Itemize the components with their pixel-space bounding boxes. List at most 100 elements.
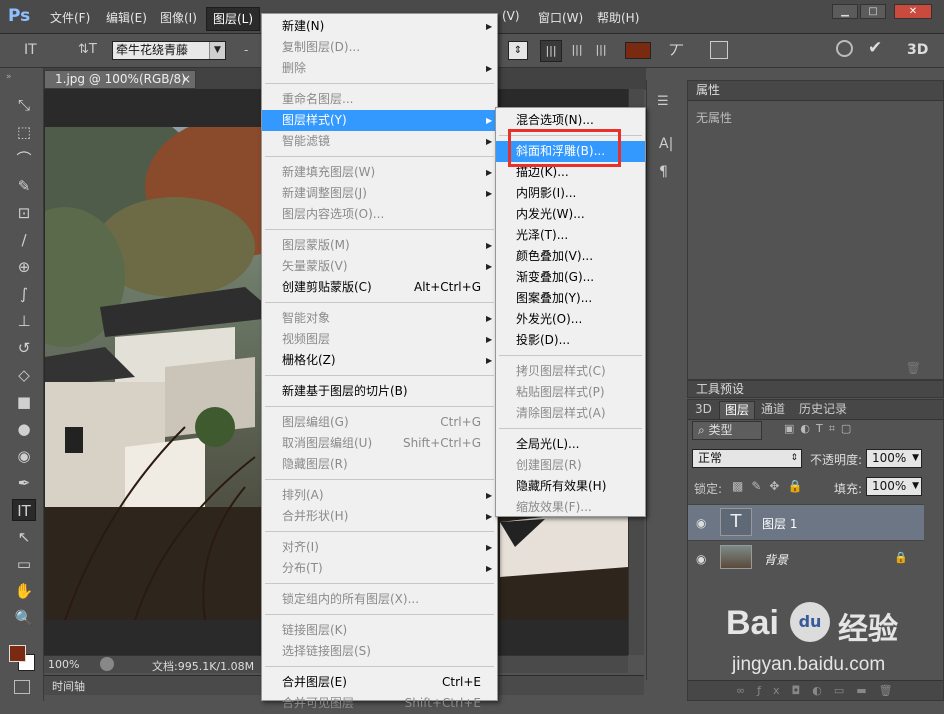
blend-mode-select[interactable]: 正常 ⇕ <box>692 449 802 468</box>
menu-item[interactable]: 投影(D)... <box>496 330 645 351</box>
menu-item[interactable]: 缩放效果(F)... <box>496 497 645 518</box>
menu-item[interactable]: 图层样式(Y) ▶ <box>262 110 497 131</box>
tool-icon[interactable]: ✋ <box>12 580 36 602</box>
menu-item[interactable]: 新建调整图层(J) ▶ <box>262 183 497 204</box>
character-panel-icon[interactable] <box>710 41 728 59</box>
document-tab[interactable]: 1.jpg @ 100%(RGB/8) × <box>44 70 196 89</box>
menu-item[interactable]: 隐藏所有效果(H) <box>496 476 645 497</box>
tool-icon[interactable]: ⬚ <box>12 121 36 143</box>
tab-channels[interactable]: 通道 <box>756 401 790 419</box>
menu-item[interactable]: 颜色叠加(V)... <box>496 246 645 267</box>
trash-icon[interactable]: 🗑 <box>906 361 921 375</box>
layer-name[interactable]: 图层 1 <box>762 515 797 532</box>
menu-help[interactable]: 帮助(H) <box>597 9 639 26</box>
paragraph-icon[interactable]: ¶ <box>659 164 668 180</box>
menu-item[interactable]: 图案叠加(Y)... <box>496 288 645 309</box>
menu-item[interactable]: 全局光(L)... <box>496 434 645 455</box>
menu-item[interactable]: 混合选项(N)... <box>496 110 645 131</box>
text-color-swatch[interactable] <box>625 42 651 59</box>
tool-icon[interactable]: ⊥ <box>12 310 36 332</box>
font-family-select[interactable]: 牵牛花绕青藤 ▼ <box>112 41 226 60</box>
tool-icon[interactable]: ● <box>12 418 36 440</box>
menu-item[interactable]: 复制图层(D)... <box>262 37 497 58</box>
tool-icon[interactable]: ◉ <box>12 445 36 467</box>
tool-icon[interactable]: ⊕ <box>12 256 36 278</box>
menu-item[interactable]: 删除 ▶ <box>262 58 497 79</box>
menu-item[interactable]: 渐变叠加(G)... <box>496 267 645 288</box>
zoom-level[interactable]: 100% <box>48 658 79 671</box>
tool-icon[interactable]: ✎ <box>12 175 36 197</box>
layer-filter-select[interactable]: ⌕ 类型 <box>692 421 762 440</box>
menu-item[interactable]: 合并形状(H) ▶ <box>262 506 497 527</box>
menu-item[interactable]: 创建剪贴蒙版(C) Alt+Ctrl+G <box>262 277 497 298</box>
character-icon[interactable]: A| <box>659 136 673 152</box>
menu-layer[interactable]: 图层(L) <box>206 7 261 31</box>
lock-icons[interactable]: ▩✎✥🔒 <box>732 479 810 493</box>
collapse-arrows-icon[interactable]: » <box>6 72 12 82</box>
menu-item[interactable]: 合并可见图层 Shift+Ctrl+E <box>262 693 497 714</box>
align-left-icon[interactable]: ||| <box>540 40 562 62</box>
menu-item[interactable]: 内发光(W)... <box>496 204 645 225</box>
tool-icon[interactable]: ∫ <box>12 283 36 305</box>
menu-item[interactable]: 合并图层(E) Ctrl+E <box>262 672 497 693</box>
menu-item[interactable]: 视频图层 ▶ <box>262 329 497 350</box>
tool-icon[interactable]: ↖ <box>12 526 36 548</box>
close-tab-icon[interactable]: × <box>181 71 191 88</box>
foreground-color-swatch[interactable] <box>9 645 26 662</box>
menu-item[interactable]: 光泽(T)... <box>496 225 645 246</box>
timeline-tab[interactable]: 时间轴 <box>52 678 85 694</box>
menu-item[interactable]: 锁定组内的所有图层(X)... <box>262 589 497 610</box>
tool-icon[interactable]: ✒ <box>12 472 36 494</box>
tool-icon[interactable]: ▭ <box>12 553 36 575</box>
menu-item[interactable]: 矢量蒙版(V) ▶ <box>262 256 497 277</box>
menu-view[interactable]: (V) <box>502 9 520 23</box>
menu-item[interactable]: 新建(N) ▶ <box>262 16 497 37</box>
align-right-icon[interactable]: ||| <box>590 40 612 62</box>
menu-window[interactable]: 窗口(W) <box>538 9 583 26</box>
tab-layers[interactable]: 图层 <box>719 401 756 419</box>
visibility-eye-icon[interactable]: ◉ <box>696 516 706 530</box>
menu-item[interactable]: 链接图层(K) <box>262 620 497 641</box>
menu-item[interactable]: 取消图层编组(U) Shift+Ctrl+G <box>262 433 497 454</box>
menu-item[interactable]: 创建图层(R) <box>496 455 645 476</box>
menu-item[interactable]: 栅格化(Z) ▶ <box>262 350 497 371</box>
menu-image[interactable]: 图像(I) <box>160 9 197 26</box>
layer-name[interactable]: 背景 <box>764 551 788 568</box>
menu-item[interactable]: 外发光(O)... <box>496 309 645 330</box>
menu-item[interactable]: 隐藏图层(R) <box>262 454 497 475</box>
3d-button[interactable]: 3D <box>907 42 928 58</box>
tool-icon[interactable]: 🔍 <box>12 607 36 629</box>
align-center-icon[interactable]: ||| <box>566 40 588 62</box>
tab-3d[interactable]: 3D <box>690 401 717 419</box>
status-menu-icon[interactable] <box>100 657 114 671</box>
menu-item[interactable]: 拷贝图层样式(C) <box>496 361 645 382</box>
tool-icon[interactable]: ⤡ <box>12 94 36 116</box>
cancel-icon[interactable] <box>836 40 853 57</box>
text-tool-icon[interactable]: IT <box>24 42 37 58</box>
commit-icon[interactable]: ✔ <box>868 38 882 58</box>
tool-icon[interactable]: ⊡ <box>12 202 36 224</box>
maximize-button[interactable]: □ <box>860 4 886 19</box>
menu-item[interactable]: 清除图层样式(A) <box>496 403 645 424</box>
tool-icon[interactable]: IT <box>12 499 36 521</box>
menu-item[interactable]: 新建基于图层的切片(B) <box>262 381 497 402</box>
menu-item[interactable]: 粘贴图层样式(P) <box>496 382 645 403</box>
minimize-button[interactable]: ▁ <box>832 4 858 19</box>
menu-item[interactable]: 排列(A) ▶ <box>262 485 497 506</box>
menu-item[interactable]: 图层内容选项(O)... <box>262 204 497 225</box>
close-window-button[interactable]: ✕ <box>894 4 932 19</box>
menu-item[interactable]: 图层编组(G) Ctrl+G <box>262 412 497 433</box>
menu-item[interactable]: 选择链接图层(S) <box>262 641 497 662</box>
visibility-eye-icon[interactable]: ◉ <box>696 552 706 566</box>
tool-icon[interactable]: ⌒ <box>12 148 36 170</box>
menu-file[interactable]: 文件(F) <box>50 9 90 26</box>
opacity-input[interactable]: 100% ▼ <box>866 449 922 468</box>
menu-item[interactable]: 内阴影(I)... <box>496 183 645 204</box>
menu-item[interactable]: 对齐(I) ▶ <box>262 537 497 558</box>
layer-row-text[interactable]: ◉ T 图层 1 <box>688 504 924 540</box>
menu-item[interactable]: 图层蒙版(M) ▶ <box>262 235 497 256</box>
filter-icons[interactable]: ▣◐T⌗▢ <box>784 422 857 436</box>
tool-icon[interactable]: ■ <box>12 391 36 413</box>
layer-row-background[interactable]: ◉ 背景 🔒 <box>688 540 924 576</box>
fill-input[interactable]: 100% ▼ <box>866 477 922 496</box>
